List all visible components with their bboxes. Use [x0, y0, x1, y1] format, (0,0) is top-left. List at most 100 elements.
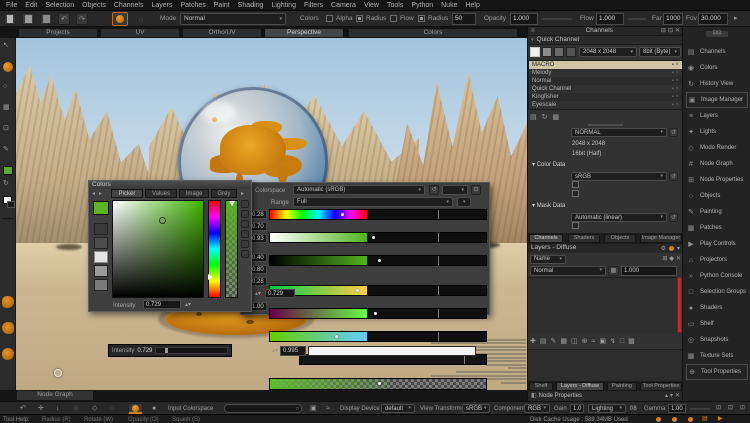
- waveform-icon[interactable]: ≈: [326, 405, 330, 412]
- channel-row[interactable]: Normal▪ ×: [529, 77, 682, 85]
- alpha-strip[interactable]: [225, 200, 238, 298]
- b-slider[interactable]: [269, 331, 487, 342]
- tab-shaders-panel[interactable]: Shaders: [568, 234, 600, 243]
- picker-tool-1[interactable]: [241, 200, 249, 208]
- menu-view[interactable]: View: [360, 0, 383, 11]
- blend-mode-dropdown[interactable]: Normal▾: [530, 266, 606, 276]
- sidebar-item-layers[interactable]: ≡Layers: [686, 108, 748, 124]
- colorspace-reset-icon[interactable]: ↺: [429, 185, 439, 195]
- sidebar-item-selection-groups[interactable]: □Selection Groups: [686, 284, 748, 300]
- menu-edit[interactable]: Edit: [21, 0, 41, 11]
- blend-amount-field[interactable]: 1.000: [621, 266, 677, 276]
- flow-slider[interactable]: [628, 18, 646, 20]
- sidebar-item-shelf[interactable]: ▭Shelf: [686, 316, 748, 332]
- share-layer-icon[interactable]: ≈: [592, 338, 596, 345]
- sidebar-item-node-properties[interactable]: ⊞Node Properties: [686, 172, 748, 188]
- r-slider[interactable]: [269, 285, 487, 296]
- channel-swatch-1[interactable]: [530, 47, 540, 57]
- a-slider[interactable]: [269, 378, 487, 390]
- add-channel-icon[interactable]: ▤: [530, 114, 537, 121]
- quick-channel-row[interactable]: ▾ Quick Channel: [528, 36, 683, 45]
- add-adjustment-icon[interactable]: ▤: [540, 338, 547, 345]
- input-colorspace-search[interactable]: ○: [224, 404, 302, 413]
- layers-filter-icon-3[interactable]: ✕: [676, 256, 681, 262]
- sidebar-item-painting[interactable]: ✎Painting: [686, 204, 748, 220]
- move-icon[interactable]: ✛: [38, 405, 44, 412]
- sidebar-item-history-view[interactable]: ↻History View: [686, 76, 748, 92]
- radius-field[interactable]: 50: [452, 13, 476, 25]
- channel-row-icons[interactable]: ▪ ×: [672, 78, 679, 84]
- merge-layer-icon[interactable]: ⊕: [582, 338, 588, 345]
- gray-swatch-5[interactable]: [94, 279, 108, 291]
- tab-node-graph[interactable]: Node Graph: [16, 390, 94, 401]
- sidebar-item-image-manager[interactable]: ▣Image Manager: [686, 92, 748, 108]
- paint-tool-button[interactable]: [112, 12, 128, 26]
- layers-settings-icon[interactable]: ⚙: [661, 246, 666, 252]
- file-space-reset-icon[interactable]: ↺: [669, 128, 678, 137]
- s-slider[interactable]: [269, 232, 487, 243]
- menu-camera[interactable]: Camera: [327, 0, 360, 11]
- alpha-stepper-icon[interactable]: ▴▾: [272, 348, 278, 354]
- tab-shelf[interactable]: Shelf: [529, 382, 553, 391]
- colors-tab-grey[interactable]: Grey: [211, 189, 237, 198]
- node-props-close-icon[interactable]: ✕: [675, 393, 680, 399]
- tab-painting[interactable]: Painting: [607, 382, 637, 391]
- sidebar-item-node-graph[interactable]: #Node Graph: [686, 156, 748, 172]
- menu-lighting[interactable]: Lighting: [267, 0, 300, 11]
- menu-tools[interactable]: Tools: [383, 0, 407, 11]
- sidebar-item-lights[interactable]: ✦Lights: [686, 124, 748, 140]
- channel-grid-icon[interactable]: ▦: [553, 114, 560, 121]
- eraser-circle-icon[interactable]: ○: [3, 83, 7, 90]
- status-list-icon[interactable]: ▤: [702, 416, 708, 422]
- sidebar-item-tool-properties[interactable]: ⊕Tool Properties: [686, 364, 748, 380]
- menu-layers[interactable]: Layers: [147, 0, 176, 11]
- channel-row-icons[interactable]: ▪ ×: [672, 70, 679, 76]
- sidebar-item-snapshots[interactable]: ◎Snapshots: [686, 332, 748, 348]
- brush-preset-1[interactable]: [2, 296, 14, 308]
- channel-row-icons[interactable]: ▪ ×: [672, 94, 679, 100]
- sidebar-item-colors[interactable]: ◉Colors: [686, 60, 748, 76]
- channel-row[interactable]: Kingfisher▪ ×: [529, 93, 682, 101]
- mode-dropdown[interactable]: Normal▾: [180, 13, 286, 25]
- picker-tool-6[interactable]: [241, 250, 249, 258]
- menu-python[interactable]: Python: [407, 0, 437, 11]
- file-space-dropdown[interactable]: NORMAL▾: [571, 128, 667, 137]
- colors-tab-values[interactable]: Values: [145, 189, 177, 198]
- menu-file[interactable]: File: [2, 0, 21, 11]
- saturation-value-square[interactable]: [112, 200, 204, 298]
- colorspace-options-icon[interactable]: ⊡: [471, 185, 481, 195]
- lock-layer-icon[interactable]: □: [620, 338, 624, 345]
- bottom-misc-icon-2[interactable]: ⊡: [728, 405, 733, 411]
- panel-menu-icon[interactable]: ≡: [531, 28, 535, 34]
- active-brush-button[interactable]: [128, 403, 143, 414]
- tab-scroll-left-icon[interactable]: ◂: [92, 191, 95, 197]
- menu-selection[interactable]: Selection: [41, 0, 78, 11]
- sidebar-item-channels[interactable]: ▤Channels: [686, 44, 748, 60]
- lighting-dropdown[interactable]: Lighting▾: [588, 404, 626, 413]
- gray-swatch-3[interactable]: [94, 251, 108, 263]
- undo-icon[interactable]: ↶: [58, 13, 70, 25]
- far-field[interactable]: 1000: [663, 13, 683, 25]
- flow-field[interactable]: 1.000: [596, 13, 624, 25]
- sidebar-item-projectors[interactable]: ⌂Projectors: [686, 252, 748, 268]
- vector-pen-icon[interactable]: ✎: [3, 146, 9, 153]
- circle-brush-icon[interactable]: ○: [74, 405, 78, 412]
- floating-intensity-handle[interactable]: [165, 348, 168, 353]
- menu-paint[interactable]: Paint: [210, 0, 234, 11]
- transfer-layer-icon[interactable]: ↯: [610, 338, 616, 345]
- tab-layers-diffuse[interactable]: Layers - Diffuse: [556, 382, 604, 391]
- status-play-icon[interactable]: ▶: [718, 416, 723, 422]
- channel-row[interactable]: Melody▪ ×: [529, 69, 682, 77]
- gain-field[interactable]: 1.0: [570, 404, 584, 413]
- menu-nuke[interactable]: Nuke: [437, 0, 461, 11]
- panel-float-icon[interactable]: ⊡: [668, 28, 673, 34]
- status-orange-dot-3[interactable]: [688, 417, 693, 422]
- node-props-down-icon[interactable]: ▾: [670, 393, 673, 399]
- sidebar-item-python-console[interactable]: »Python Console: [686, 268, 748, 284]
- undo-stroke-icon[interactable]: ↶: [20, 405, 26, 412]
- tab-image-manager-panel[interactable]: Image Manager: [640, 234, 682, 243]
- layers-filter-icon-2[interactable]: ◆: [669, 256, 674, 262]
- channel-row[interactable]: Eyescale▪ ×: [529, 101, 682, 109]
- panel-close-icon[interactable]: ✕: [675, 28, 680, 34]
- raw-data2-checkbox[interactable]: [572, 222, 579, 229]
